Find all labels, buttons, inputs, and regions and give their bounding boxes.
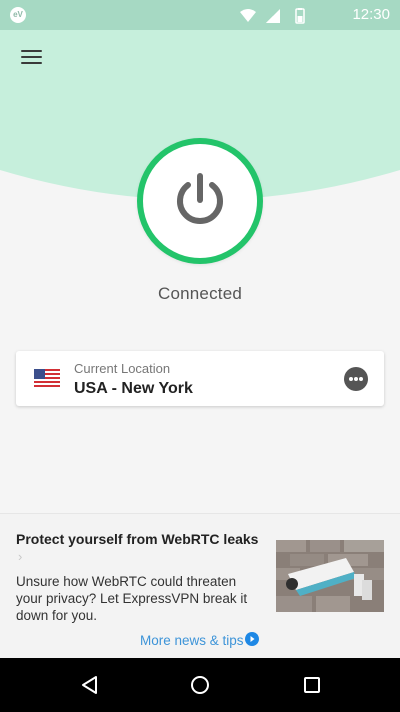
- menu-button[interactable]: [18, 46, 46, 70]
- more-options-button[interactable]: [344, 367, 368, 391]
- news-title[interactable]: Protect yourself from WebRTC leaks: [16, 531, 258, 547]
- play-arrow-icon[interactable]: [245, 632, 259, 646]
- hamburger-menu-icon: [21, 50, 42, 52]
- location-label: Current Location: [74, 361, 171, 376]
- status-bar: eV 12:30: [0, 0, 400, 30]
- recents-button[interactable]: [284, 658, 340, 712]
- home-icon: [191, 676, 209, 694]
- status-time: 12:30: [352, 6, 390, 23]
- power-icon: [177, 173, 223, 224]
- connection-status: Connected: [157, 284, 243, 303]
- wifi-icon: [240, 9, 256, 22]
- news-body: Unsure how WebRTC could threaten your pr…: [16, 574, 248, 623]
- more-options-dot: [354, 377, 358, 381]
- play-arrow-glyph: [250, 636, 255, 642]
- back-button[interactable]: [62, 658, 118, 712]
- hamburger-line: [21, 62, 42, 64]
- location-value: USA - New York: [74, 380, 193, 397]
- expressvpn-notification-icon: eV: [10, 7, 26, 23]
- news-panel: Protect yourself from WebRTC leaks › Uns…: [0, 513, 400, 658]
- status-icons: [240, 8, 305, 24]
- security-camera-illustration: [276, 540, 384, 612]
- home-button[interactable]: [172, 658, 228, 712]
- back-icon: [82, 676, 97, 694]
- more-news-link[interactable]: More news & tips: [140, 633, 244, 648]
- more-options-icon: [349, 377, 353, 381]
- location-card[interactable]: Current Location USA - New York: [16, 351, 384, 406]
- usa-flag-icon: [34, 369, 60, 388]
- navigation-bar: [0, 658, 400, 712]
- hamburger-line: [21, 56, 42, 58]
- recents-icon: [304, 677, 320, 693]
- chevron-right-icon: ›: [18, 549, 23, 564]
- power-button[interactable]: [137, 138, 263, 264]
- more-options-dot: [359, 377, 363, 381]
